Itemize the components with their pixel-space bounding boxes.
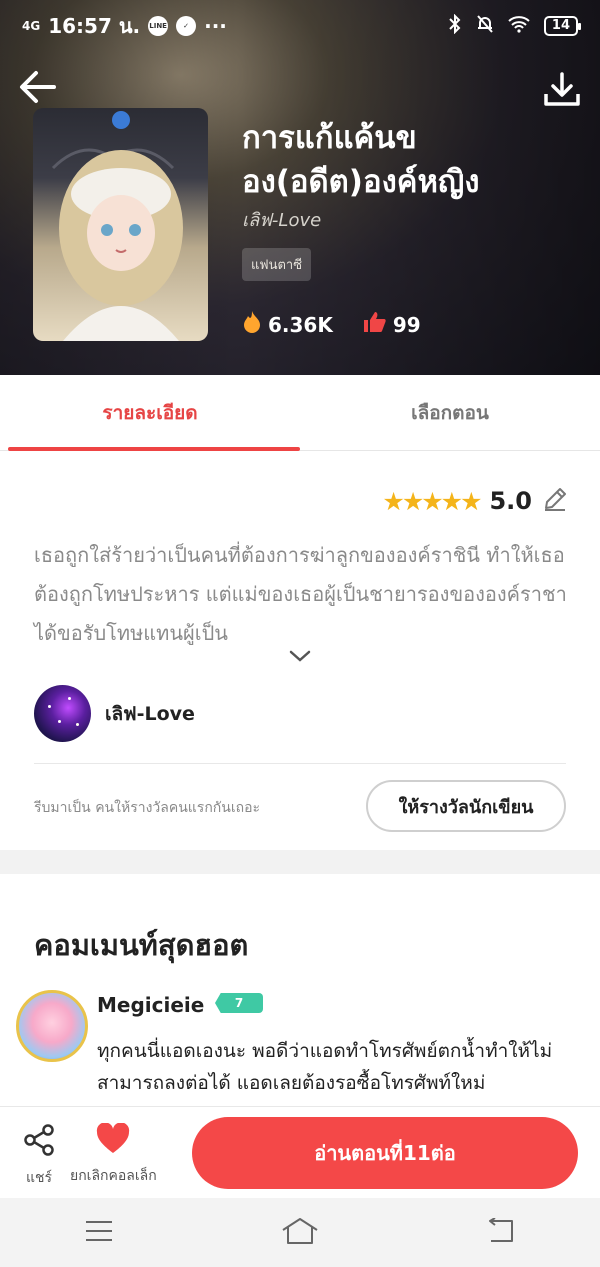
likes-stat: 99 [363,311,421,338]
book-title: การแก้แค้นข อง(อดีต)องค์หญิง [242,116,562,204]
back-nav-icon[interactable] [485,1216,517,1248]
download-icon[interactable] [542,70,582,110]
book-author[interactable]: เลิฟ-Love [242,205,321,234]
thumbs-up-icon [363,311,387,338]
hot-comments-title: คอมเมนท์สุดฮอต [34,928,249,962]
book-title-line1: การแก้แค้นข [242,120,417,156]
fire-icon [242,310,262,339]
rating-value: 5.0 [489,487,532,515]
wifi-icon [508,15,530,38]
status-bar: 4G 16:57 น. LINE ✓ ··· 14 [0,0,600,52]
genre-tag[interactable]: แฟนตาซี [242,248,312,281]
commenter-name[interactable]: Megicieie [97,993,204,1017]
share-button[interactable]: แชร์ [22,1123,56,1189]
collection-label: ยกเลิกคอลเล็ก [70,1168,157,1184]
bottom-action-bar: แชร์ ยกเลิกคอลเล็ก อ่านตอนที่11ต่อ [0,1106,600,1198]
author-avatar[interactable] [34,685,91,742]
commenter-avatar[interactable] [16,990,88,1062]
comment-text[interactable]: ทุกคนนี่แอดเองนะ พอดีว่าแอดทำโทรศัพย์ตกน… [97,1035,577,1099]
notification-icon: ✓ [176,16,197,36]
reward-author-button[interactable]: ให้รางวัลนักเขียน [366,780,566,832]
mute-bell-icon [476,14,494,39]
book-title-line2: อง(อดีต)องค์หญิง [242,164,480,200]
tab-details[interactable]: รายละเอียด [0,375,300,451]
author-row[interactable]: เลิฟ-Love [34,685,195,742]
share-label: แชร์ [25,1170,53,1186]
status-time: 16:57 น. [48,14,141,38]
views-count: 6.36K [268,312,333,337]
line-icon: LINE [148,16,169,36]
back-arrow-icon[interactable] [18,66,60,108]
heart-icon [95,1122,131,1159]
book-cover[interactable] [33,108,208,341]
reward-prompt: รีบมาเป็น คนให้รางวัลคนแรกกันเถอะ [34,800,261,816]
book-header: 4G 16:57 น. LINE ✓ ··· 14 การแก้แค้นข อง… [0,0,600,375]
section-separator [0,850,600,874]
expand-chevron-icon[interactable] [288,648,312,668]
edit-pencil-icon[interactable] [542,486,568,516]
level-badge: 7 [215,993,263,1013]
home-icon[interactable] [280,1216,320,1250]
star-rating-icon: ★★★★★ [382,486,482,516]
author-name[interactable]: เลิฟ-Love [105,699,195,729]
detail-tabs: รายละเอียด เลือกตอน [0,375,600,451]
tab-episodes[interactable]: เลือกตอน [300,375,600,450]
network-icon: 4G [22,19,41,33]
menu-icon[interactable] [83,1219,115,1247]
continue-reading-button[interactable]: อ่านตอนที่11ต่อ [192,1117,578,1189]
divider [34,763,566,764]
likes-count: 99 [392,312,421,337]
battery-icon: 14 [543,16,582,36]
system-nav-bar [0,1198,600,1267]
synopsis: เธอถูกใส่ร้ายว่าเป็นคนที่ต้องการฆ่าลูกขอ… [34,543,567,645]
book-stats: 6.36K 99 [242,310,421,339]
collection-button[interactable]: ยกเลิกคอลเล็ก [70,1122,157,1187]
bluetooth-icon [448,13,462,39]
more-icon: ··· [204,14,227,38]
rating: ★★★★★ 5.0 [382,486,568,516]
share-icon [22,1123,56,1161]
views-stat: 6.36K [242,310,333,339]
